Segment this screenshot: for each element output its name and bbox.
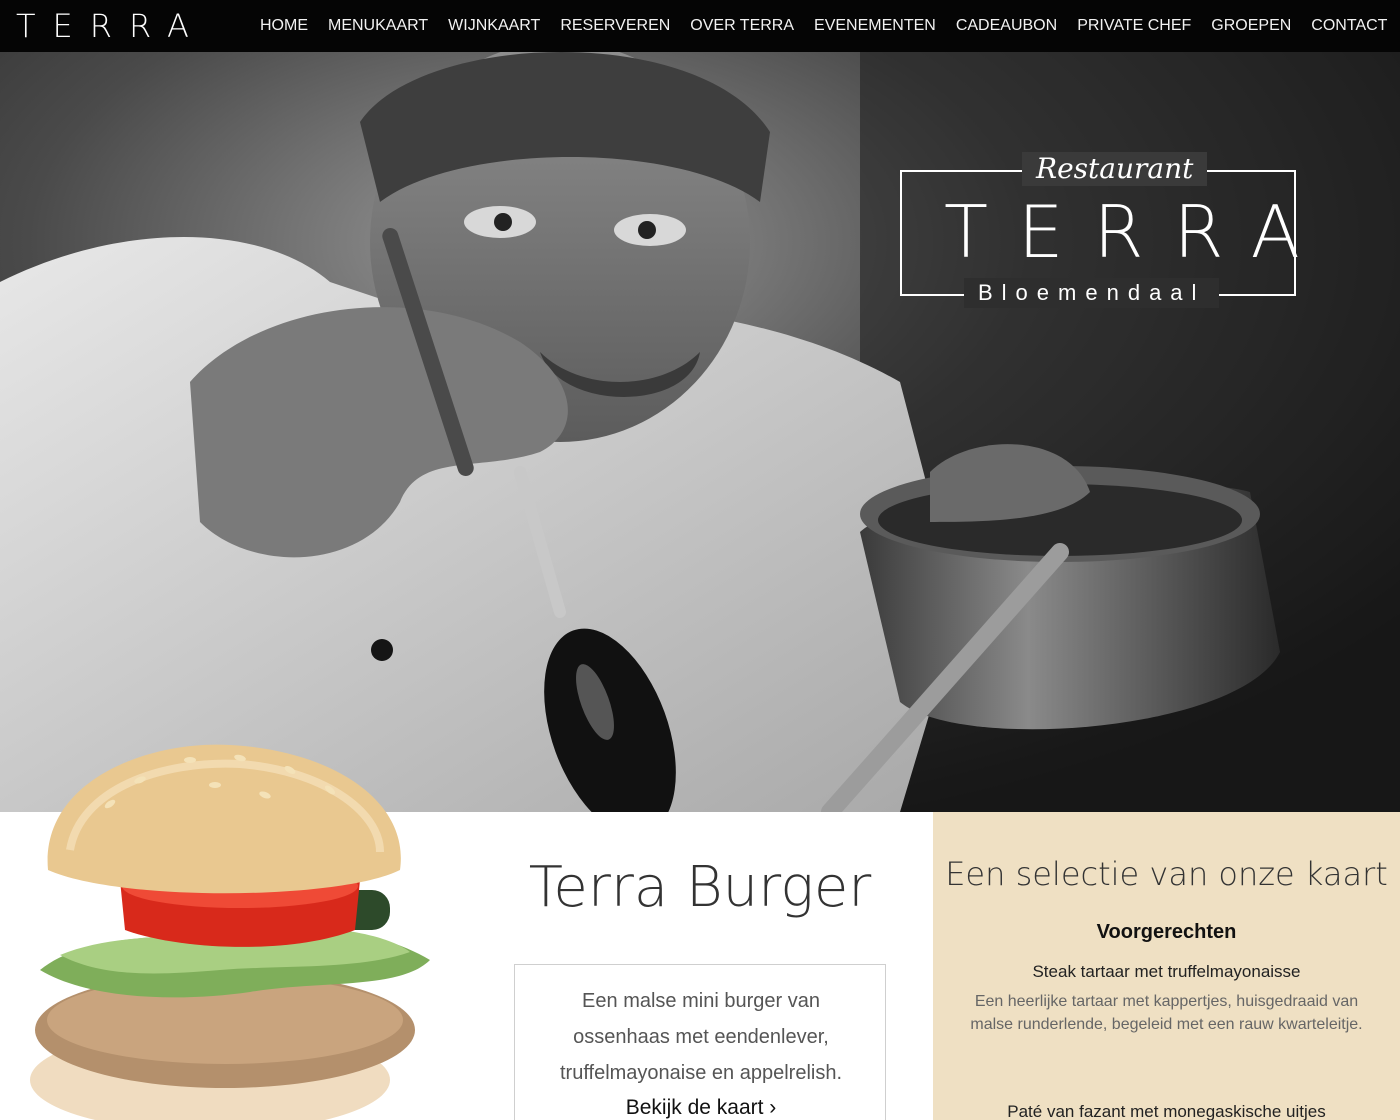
menu-item-name: Paté van fazant met monegaskische uitjes [1007, 1102, 1326, 1120]
menu-selection-title: Een selectie van onze kaart [945, 855, 1388, 893]
logo-location-text: Bloemendaal [964, 278, 1220, 308]
menu-item-description: Een heerlijke tartaar met kappertjes, hu… [970, 993, 1363, 1033]
hero-banner: Restaurant TERRA Bloemendaal [0, 52, 1400, 812]
view-menu-link[interactable]: Bekijk de kaart › [515, 1093, 887, 1120]
restaurant-logo: Restaurant TERRA Bloemendaal [900, 152, 1330, 308]
nav-item-reserveren[interactable]: RESERVEREN [560, 0, 670, 52]
logo-main-text: TERRA [944, 190, 1330, 274]
menu-category-heading: Voorgerechten [1096, 921, 1237, 943]
nav-item-over-terra[interactable]: OVER TERRA [690, 0, 794, 52]
featured-dish-description: Een malse mini burger van ossenhaas met … [559, 990, 843, 1084]
featured-dish-card: Een malse mini burger van ossenhaas met … [514, 964, 886, 1120]
nav-item-cadeaubon[interactable]: CADEAUBON [956, 0, 1057, 52]
brand-logo[interactable]: TERRA [16, 8, 206, 44]
nav-item-evenementen[interactable]: EVENEMENTEN [814, 0, 936, 52]
featured-section: Terra Burger Een malse mini burger van o… [0, 744, 1400, 1120]
menu-selection-panel: Een selectie van onze kaart Voorgerechte… [933, 812, 1400, 1120]
featured-dish-title: Terra Burger [528, 855, 872, 920]
burger-photo [30, 744, 430, 1120]
nav-item-menukaart[interactable]: MENUKAART [328, 0, 428, 52]
main-nav: HOME MENUKAART WIJNKAART RESERVEREN OVER… [250, 0, 1397, 52]
nav-item-wijnkaart[interactable]: WIJNKAART [448, 0, 540, 52]
top-navigation-bar: TERRA HOME MENUKAART WIJNKAART RESERVERE… [0, 0, 1400, 52]
nav-item-home[interactable]: HOME [260, 0, 308, 52]
nav-item-private-chef[interactable]: PRIVATE CHEF [1077, 0, 1191, 52]
menu-item-name: Steak tartaar met truffelmayonaisse [1032, 962, 1301, 981]
nav-item-contact[interactable]: CONTACT [1311, 0, 1387, 52]
logo-script-text: Restaurant [1022, 152, 1208, 186]
nav-item-groepen[interactable]: GROEPEN [1211, 0, 1291, 52]
